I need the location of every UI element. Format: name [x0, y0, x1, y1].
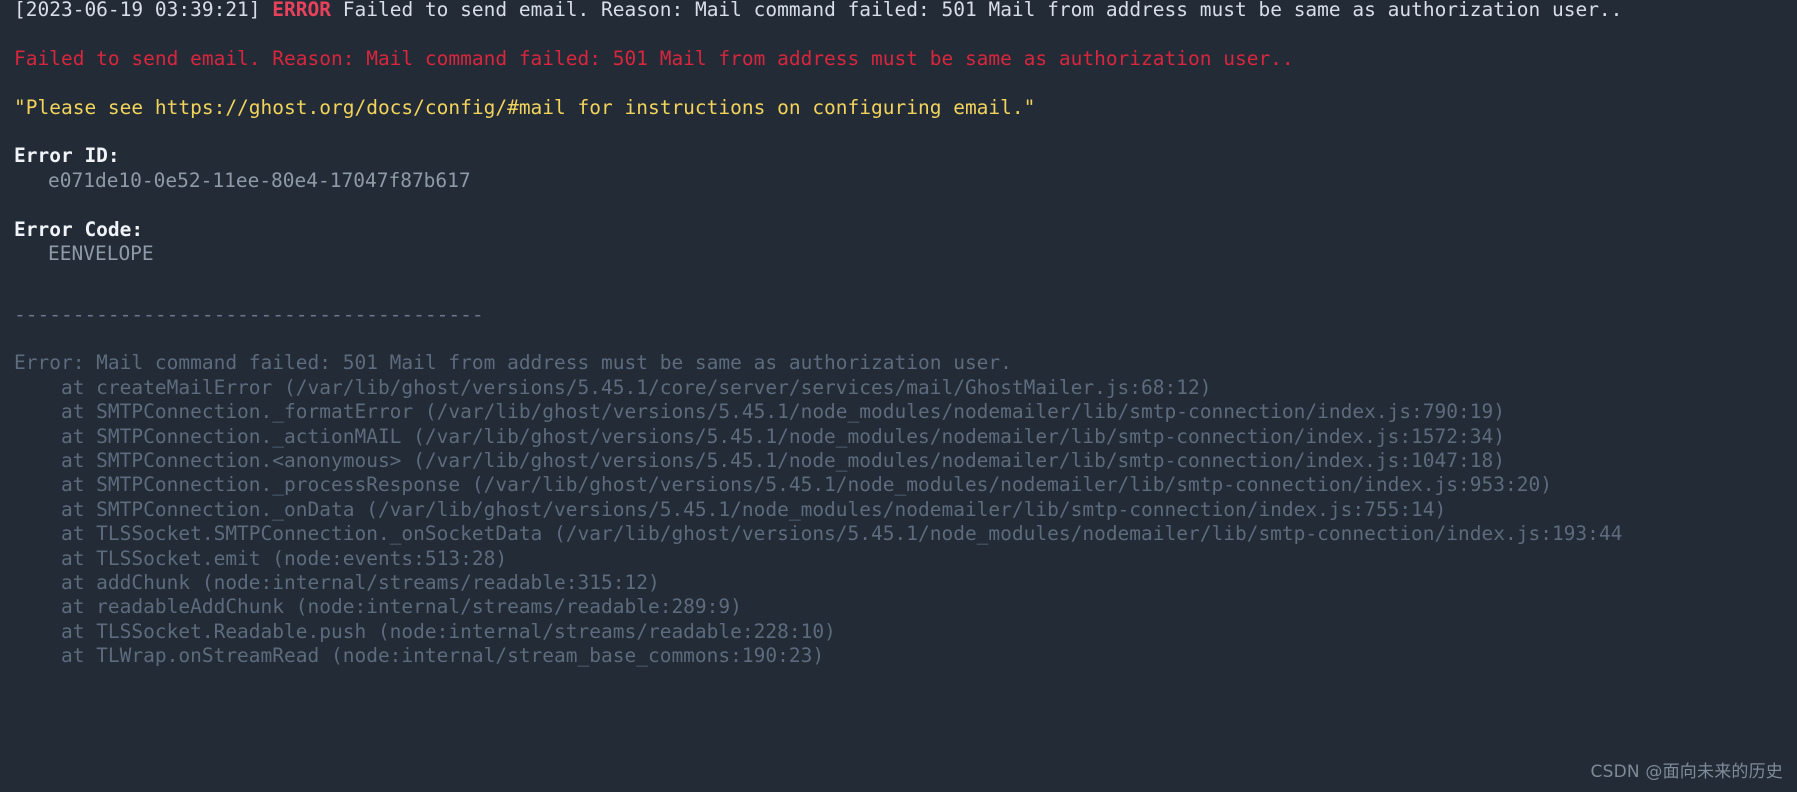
stack-frame: at SMTPConnection._actionMAIL (/var/lib/…	[14, 424, 1505, 448]
stack-header-line: Error: Mail command failed: 501 Mail fro…	[0, 351, 1797, 375]
error-id-value-line: e071de10-0e52-11ee-80e4-17047f87b617	[0, 169, 1797, 193]
csdn-watermark: CSDN @面向未来的历史	[1590, 761, 1783, 782]
error-code-label-line: Error Code:	[0, 218, 1797, 242]
divider-line: ----------------------------------------	[0, 303, 1797, 327]
stack-frame: at TLSSocket.Readable.push (node:interna…	[14, 619, 836, 643]
error-code-label: Error Code:	[14, 217, 144, 241]
stack-frame: at TLSSocket.SMTPConnection._onSocketDat…	[14, 522, 1623, 546]
terminal-console[interactable]: [2023-06-19 03:39:19] INFO "POST /member…	[0, 0, 1797, 792]
error-line-message: Failed to send email. Reason: Mail comma…	[342, 0, 1623, 21]
divider-text: ----------------------------------------	[14, 302, 484, 326]
stack-trace-list: at createMailError (/var/lib/ghost/versi…	[0, 376, 1797, 669]
error-summary-line: Failed to send email. Reason: Mail comma…	[0, 47, 1797, 71]
help-message-text: "Please see https://ghost.org/docs/confi…	[14, 95, 1036, 119]
error-code-value-line: EENVELOPE	[0, 242, 1797, 266]
stack-frame: at TLSSocket.emit (node:events:513:28)	[14, 546, 508, 570]
stack-frame: at readableAddChunk (node:internal/strea…	[14, 595, 742, 619]
stack-frame: at TLWrap.onStreamRead (node:internal/st…	[14, 644, 825, 668]
error-id-value: e071de10-0e52-11ee-80e4-17047f87b617	[48, 168, 471, 192]
error-id-label: Error ID:	[14, 144, 120, 168]
error-code-value: EENVELOPE	[48, 241, 154, 265]
error-timestamp: [2023-06-19 03:39:21]	[14, 0, 261, 21]
stack-frame: at addChunk (node:internal/streams/reada…	[14, 570, 660, 594]
error-id-label-line: Error ID:	[0, 144, 1797, 168]
stack-frame: at SMTPConnection._onData (/var/lib/ghos…	[14, 497, 1447, 521]
log-level-error: ERROR	[272, 0, 331, 21]
stack-frame: at SMTPConnection.<anonymous> (/var/lib/…	[14, 449, 1505, 473]
stack-header-text: Error: Mail command failed: 501 Mail fro…	[14, 351, 1012, 375]
stack-frame: at createMailError (/var/lib/ghost/versi…	[14, 375, 1212, 399]
log-line-error: [2023-06-19 03:39:21] ERROR Failed to se…	[0, 0, 1797, 22]
help-message-line: "Please see https://ghost.org/docs/confi…	[0, 96, 1797, 120]
stack-frame: at SMTPConnection._formatError (/var/lib…	[14, 400, 1505, 424]
stack-frame: at SMTPConnection._processResponse (/var…	[14, 473, 1552, 497]
error-summary-text: Failed to send email. Reason: Mail comma…	[14, 46, 1294, 70]
